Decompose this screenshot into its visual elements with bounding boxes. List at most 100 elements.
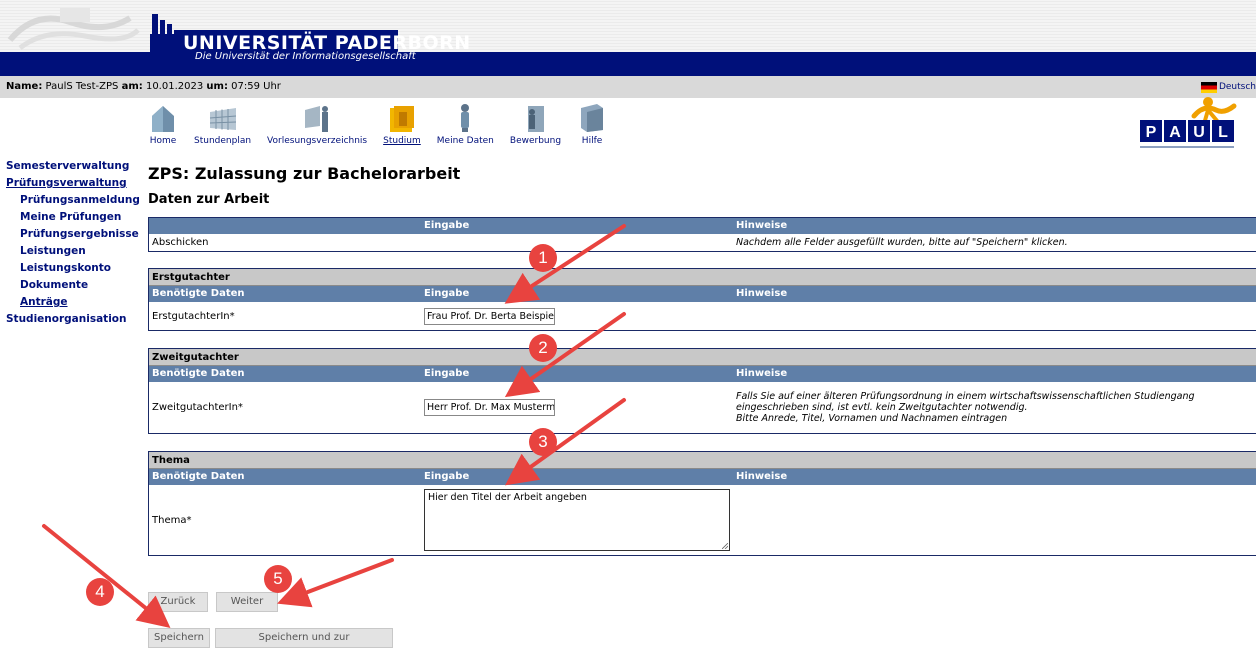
table-header: Benötigte Daten Eingabe Hinweise [149, 286, 1256, 302]
hint-line: Falls Sie auf einer älteren Prüfungsordn… [736, 391, 1195, 402]
annotation-marker-3: 3 [529, 428, 557, 456]
university-logo-icon[interactable] [150, 12, 174, 52]
zweitgutachter-table: Zweitgutachter Benötigte Daten Eingabe H… [148, 348, 1256, 434]
home-icon [152, 106, 174, 132]
table-title: Zweitgutachter [149, 349, 1256, 366]
svg-text:A: A [1169, 124, 1181, 141]
sidebar-item-semesterverwaltung[interactable]: Semesterverwaltung [6, 158, 142, 175]
university-subtitle: Die Universität der Informationsgesellsc… [195, 51, 416, 62]
annotation-marker-2: 2 [529, 334, 557, 362]
nav-hilfe[interactable]: Hilfe [577, 102, 607, 150]
field-label: ZweitgutachterIn* [152, 402, 243, 413]
language-switch[interactable]: Deutsch [1200, 80, 1256, 94]
german-flag-icon [1200, 81, 1217, 93]
nav-meine-daten[interactable]: Meine Daten [437, 102, 494, 150]
thema-textarea[interactable]: Hier den Titel der Arbeit angeben [424, 489, 730, 551]
thema-table: Thema Benötigte Daten Eingabe Hinweise T… [148, 451, 1256, 556]
sidebar-item-meine-pruefungen[interactable]: Meine Prüfungen [6, 209, 142, 226]
sidebar-item-antraege[interactable]: Anträge [6, 294, 142, 311]
date-label: am: [121, 81, 143, 92]
hint-cell: Falls Sie auf einer älteren Prüfungsordn… [736, 391, 1256, 424]
hint-line: Bitte Anrede, Titel, Vornamen und Nachna… [736, 413, 1008, 424]
erstgutachter-input[interactable]: Frau Prof. Dr. Berta Beispiel [424, 307, 555, 325]
column-header: Eingabe [424, 220, 470, 231]
field-label: ErstgutachterIn* [152, 310, 235, 322]
person-icon [461, 104, 470, 132]
annotation-marker-1: 1 [529, 244, 557, 272]
submit-table: Eingabe Hinweise Abschicken Nachdem alle… [148, 217, 1256, 252]
nav-studium[interactable]: Studium [383, 102, 421, 150]
application-icon [528, 106, 545, 132]
paul-logo-icon: P A U L [1140, 97, 1237, 148]
back-button[interactable]: Zurück [148, 592, 208, 612]
sidebar-item-dokumente[interactable]: Dokumente [6, 277, 142, 294]
calendar-icon [209, 108, 236, 130]
nav-label: Vorlesungsverzeichnis [267, 136, 368, 146]
annotation-marker-5: 5 [264, 565, 292, 593]
input-cell: Hier den Titel der Arbeit angeben [423, 489, 736, 551]
user-name: PaulS Test-ZPS [45, 81, 119, 92]
column-header: Benötigte Daten [152, 368, 245, 379]
nav-label: Studium [383, 136, 421, 146]
svg-text:L: L [1218, 124, 1228, 141]
folder-icon [389, 106, 414, 132]
column-header: Hinweise [736, 471, 788, 482]
next-button[interactable]: Weiter [216, 592, 278, 612]
nav-label: Stundenplan [194, 136, 252, 146]
resize-handle-icon[interactable] [722, 543, 728, 549]
session-info-bar: Name: PaulS Test-ZPS am: 10.01.2023 um: … [0, 76, 1256, 98]
save-button[interactable]: Speichern [148, 628, 210, 648]
page-title: ZPS: Zulassung zur Bachelorarbeit [148, 164, 461, 183]
thema-text: Hier den Titel der Arbeit angeben [428, 492, 587, 503]
login-date: 10.01.2023 [145, 81, 204, 92]
save-and-overview-button[interactable]: Speichern und zur Antragsübersicht [215, 628, 393, 648]
svg-text:P: P [1146, 124, 1157, 141]
svg-text:U: U [1193, 124, 1205, 141]
nav-label: Bewerbung [509, 136, 562, 146]
sidebar-item-pruefungsverwaltung[interactable]: Prüfungsverwaltung [6, 175, 142, 192]
zweitgutachter-input[interactable]: Herr Prof. Dr. Max Mustermann [424, 399, 555, 416]
annotation-marker-4: 4 [86, 578, 114, 606]
column-header: Eingabe [424, 368, 470, 379]
time-label: um: [206, 81, 228, 92]
book-icon [581, 104, 604, 132]
hint-line: eingeschrieben sind, ist evtl. kein Zwei… [736, 402, 1028, 413]
input-cell: Herr Prof. Dr. Max Mustermann [423, 399, 736, 416]
column-header: Benötigte Daten [152, 471, 245, 482]
nav-bewerbung[interactable]: Bewerbung [510, 102, 561, 150]
sidebar-item-pruefungsanmeldung[interactable]: Prüfungsanmeldung [6, 192, 142, 209]
table-title: Thema [149, 452, 1256, 469]
input-cell: Frau Prof. Dr. Berta Beispiel [423, 307, 736, 325]
page-header: UNIVERSITÄT PADERBORN Die Universität de… [0, 0, 1256, 76]
nav-vorlesungsverzeichnis[interactable]: Vorlesungsverzeichnis [267, 102, 367, 150]
sidebar-navigation: Semesterverwaltung Prüfungsverwaltung Pr… [6, 158, 142, 328]
row-hint: Nachdem alle Felder ausgefüllt wurden, b… [736, 237, 1068, 248]
table-row: Abschicken Nachdem alle Felder ausgefüll… [149, 234, 1256, 251]
header-decoration-graphic [7, 8, 140, 50]
nav-label: Home [149, 136, 177, 146]
name-label: Name: [6, 81, 43, 92]
column-header: Eingabe [424, 471, 470, 482]
column-header: Hinweise [736, 288, 788, 299]
sidebar-item-studienorganisation[interactable]: Studienorganisation [6, 311, 142, 328]
table-row: ErstgutachterIn* Frau Prof. Dr. Berta Be… [149, 302, 1256, 330]
row-label: Abschicken [152, 237, 209, 248]
table-row: Thema* Hier den Titel der Arbeit angeben [149, 485, 1256, 555]
column-header [149, 218, 423, 234]
sidebar-item-pruefungsergebnisse[interactable]: Prüfungsergebnisse [6, 226, 142, 243]
sidebar-item-leistungen[interactable]: Leistungen [6, 243, 142, 260]
main-navigation: Home Stundenplan Vorlesungsverzeichnis S… [148, 102, 623, 150]
table-header: Eingabe Hinweise [149, 218, 1256, 234]
login-time: 07:59 Uhr [231, 81, 281, 92]
language-label: Deutsch [1218, 82, 1256, 92]
nav-label: Meine Daten [436, 136, 494, 146]
column-header: Hinweise [736, 368, 788, 379]
column-header: Benötigte Daten [152, 288, 245, 299]
nav-label: Hilfe [581, 136, 603, 146]
section-title: Daten zur Arbeit [148, 192, 270, 207]
nav-stundenplan[interactable]: Stundenplan [194, 102, 251, 150]
table-header: Benötigte Daten Eingabe Hinweise [149, 469, 1256, 485]
nav-home[interactable]: Home [148, 102, 178, 150]
sidebar-item-leistungskonto[interactable]: Leistungskonto [6, 260, 142, 277]
lecture-icon [305, 106, 329, 132]
